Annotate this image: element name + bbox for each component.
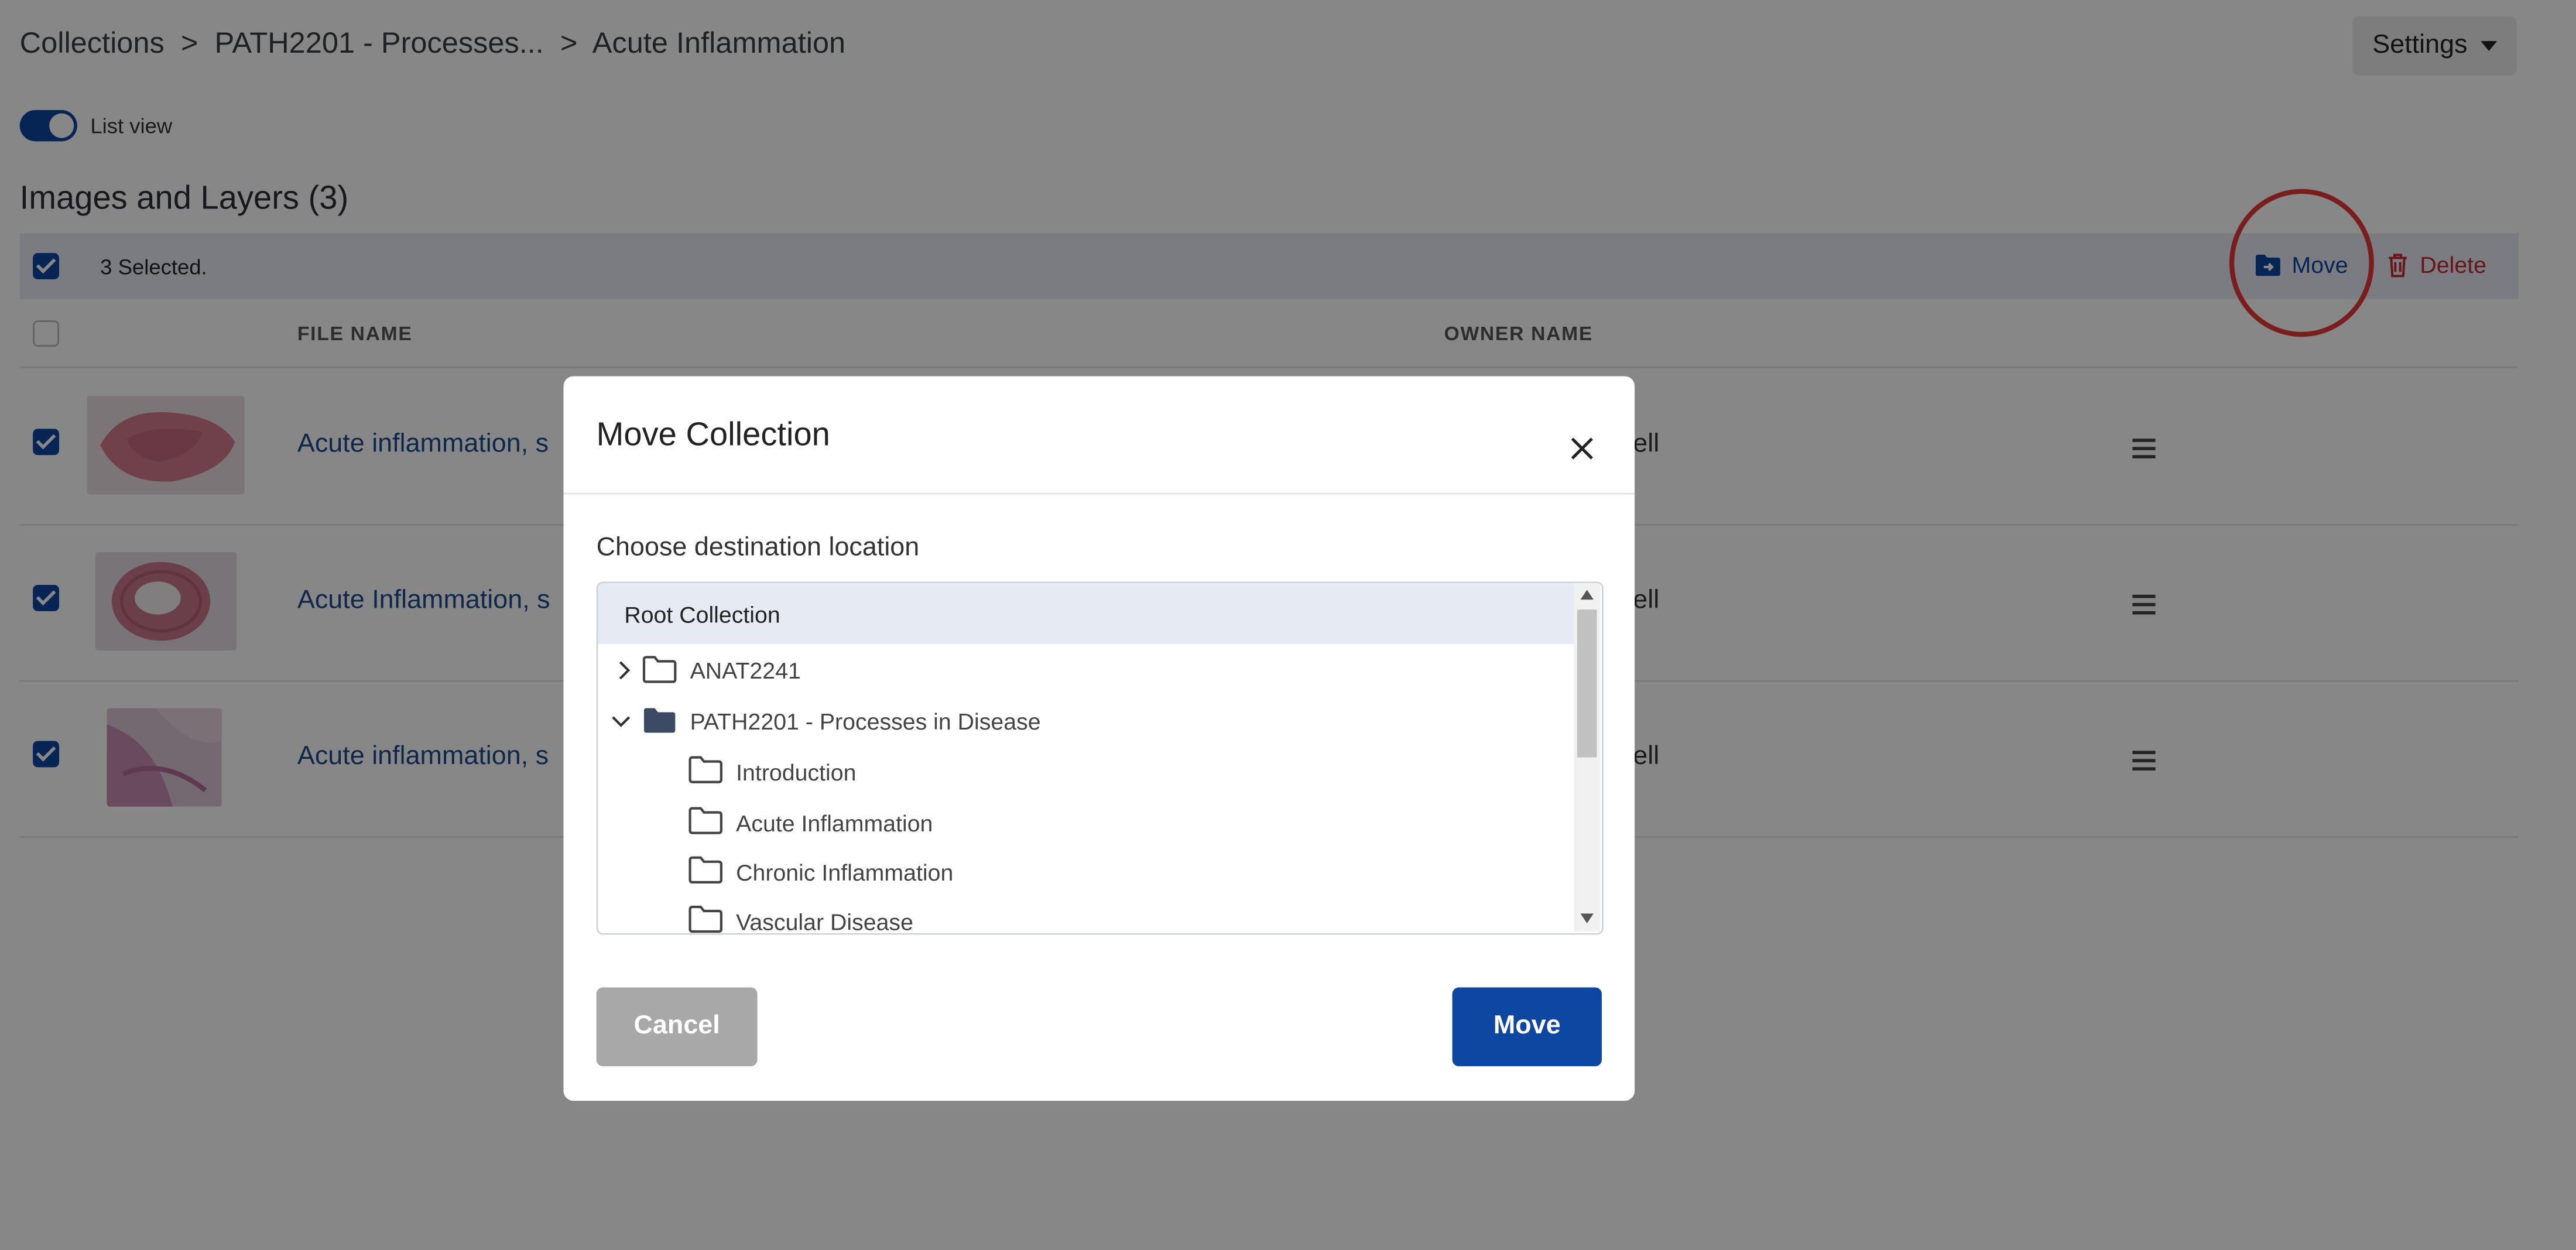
- tree-scrollbar-thumb[interactable]: [1577, 609, 1597, 758]
- chevron-down-icon[interactable]: [611, 715, 631, 728]
- folder-icon: [688, 856, 722, 883]
- chevron-right-icon[interactable]: [618, 660, 631, 680]
- folder-icon: [642, 656, 677, 683]
- scroll-up-icon[interactable]: [1580, 590, 1594, 600]
- destination-tree[interactable]: Root Collection ANAT2241 PATH2201 - Proc…: [596, 581, 1604, 935]
- close-icon: [1571, 437, 1593, 460]
- folder-icon: [688, 905, 722, 933]
- folder-icon: [688, 756, 722, 783]
- folder-filled-icon: [643, 708, 676, 733]
- close-button[interactable]: [1571, 432, 1594, 465]
- tree-root-label: Root Collection: [624, 601, 780, 628]
- confirm-move-button[interactable]: Move: [1452, 987, 1602, 1067]
- tree-node-label[interactable]: PATH2201 - Processes in Disease: [690, 708, 1041, 734]
- cancel-button[interactable]: Cancel: [596, 987, 758, 1067]
- tree-node-label[interactable]: ANAT2241: [690, 657, 801, 683]
- move-collection-modal: Move Collection Choose destination locat…: [563, 376, 1635, 1101]
- app-root: Collections > PATH2201 - Processes... > …: [0, 0, 2576, 1250]
- tree-node-label[interactable]: Vascular Disease: [736, 909, 913, 933]
- scroll-down-icon[interactable]: [1580, 913, 1594, 924]
- tree-node-label[interactable]: Acute Inflammation: [736, 810, 933, 836]
- destination-label: Choose destination location: [596, 533, 920, 562]
- tree-node-label[interactable]: Chronic Inflammation: [736, 859, 953, 886]
- tree-node-label[interactable]: Introduction: [736, 759, 856, 785]
- folder-icon: [688, 807, 722, 834]
- tree-root-collection[interactable]: Root Collection: [598, 583, 1574, 644]
- modal-title: Move Collection: [596, 417, 830, 454]
- modal-header-divider: [563, 492, 1635, 495]
